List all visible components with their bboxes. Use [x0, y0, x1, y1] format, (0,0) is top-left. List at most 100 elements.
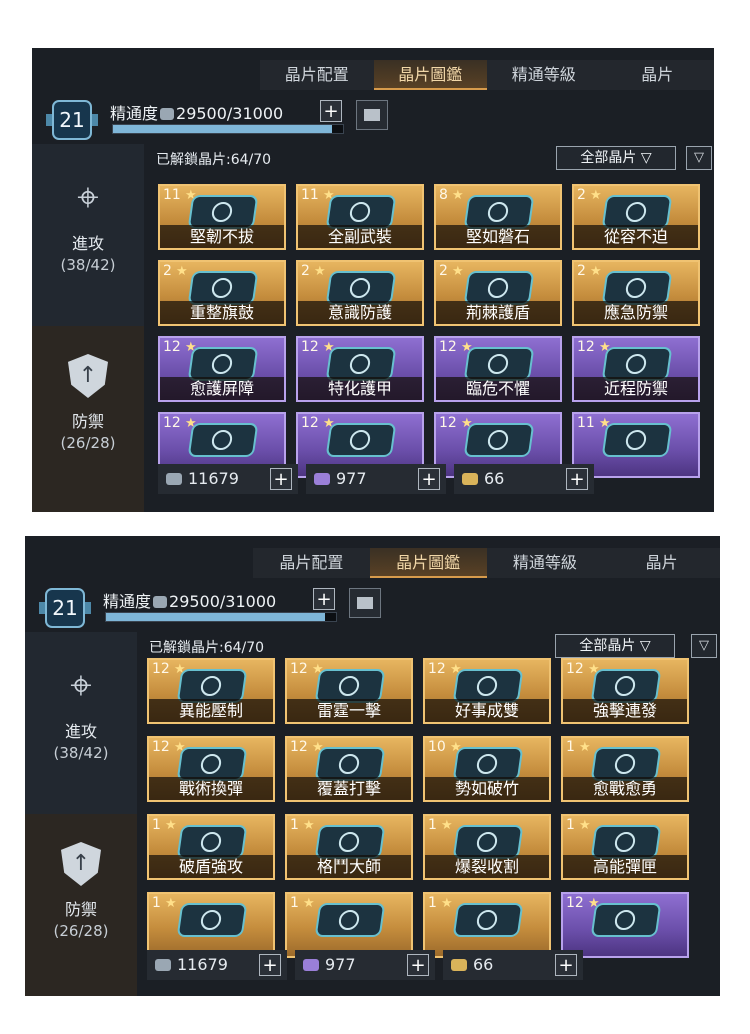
gold-chip-icon — [451, 959, 467, 971]
chip-name: 重整旗鼓 — [160, 301, 284, 324]
chip-art-icon — [590, 825, 662, 859]
chip-card[interactable]: 2 荊棘護盾 — [434, 260, 562, 326]
category-sidebar: ⌖ 進攻 (38/42) ↑ 防禦 (26/28) — [25, 632, 137, 996]
chip-art-icon — [601, 347, 673, 381]
chip-card[interactable]: 12覆蓋打擊 — [285, 736, 413, 802]
chip-card[interactable]: 12雷霆一擊 — [285, 658, 413, 724]
codex-book-button[interactable] — [356, 100, 388, 130]
chip-card[interactable]: 12異能壓制 — [147, 658, 275, 724]
chip-name: 爆裂收割 — [425, 855, 549, 878]
chip-card[interactable]: 2 從容不迫 — [572, 184, 700, 250]
tab-3[interactable]: 精通等級 — [487, 60, 601, 90]
mastery-readout: 精通度 29500/31000 — [110, 100, 283, 124]
tab-4[interactable]: 晶片 — [603, 548, 720, 578]
resource-3: 66 + — [443, 950, 583, 980]
filter-funnel-icon[interactable]: ▽ — [686, 146, 712, 170]
mastery-add-button[interactable]: + — [313, 588, 335, 610]
tab-bar: 晶片配置 晶片圖鑑 精通等級 晶片 — [253, 548, 720, 578]
chip-card[interactable]: 8 堅如磐石 — [434, 184, 562, 250]
codex-book-button[interactable] — [349, 588, 381, 618]
resource-add-button[interactable]: + — [407, 954, 429, 976]
chip-card[interactable]: 10勢如破竹 — [423, 736, 551, 802]
chip-card[interactable]: 1 高能彈匣 — [561, 814, 689, 880]
chip-art-icon — [325, 195, 397, 229]
chip-card[interactable]: 1 愈戰愈勇 — [561, 736, 689, 802]
purple-chip-icon — [314, 473, 330, 485]
chip-name: 戰術換彈 — [149, 777, 273, 800]
chip-card[interactable]: 1 — [147, 892, 275, 958]
filter-dropdown[interactable]: 全部晶片 ▽ — [556, 146, 676, 170]
tab-2[interactable]: 晶片圖鑑 — [373, 60, 487, 90]
chip-name: 高能彈匣 — [563, 855, 687, 878]
chip-card[interactable]: 2 應急防禦 — [572, 260, 700, 326]
chip-name: 覆蓋打擊 — [287, 777, 411, 800]
chevron-down-icon: ▽ — [635, 638, 651, 654]
resource-bar: 11679 +977 +66 + — [147, 950, 591, 980]
resource-3: 66 + — [454, 464, 594, 494]
chip-card[interactable]: 1 格鬥大師 — [285, 814, 413, 880]
chip-name: 應急防禦 — [574, 301, 698, 324]
chip-art-icon — [590, 747, 662, 781]
chip-art-icon — [463, 347, 535, 381]
chip-card[interactable]: 12強擊連發 — [561, 658, 689, 724]
sidebar-item-count: (26/28) — [60, 434, 116, 452]
chip-card[interactable]: 12臨危不懼 — [434, 336, 562, 402]
grey-chip-icon — [155, 959, 171, 971]
resource-add-button[interactable]: + — [566, 468, 588, 490]
chip-card[interactable]: 11全副武裝 — [296, 184, 424, 250]
chip-card[interactable]: 1 — [285, 892, 413, 958]
sidebar-item-defense[interactable]: ↑ 防禦 (26/28) — [32, 326, 144, 512]
chip-card[interactable]: 1 — [423, 892, 551, 958]
chip-art-icon — [463, 195, 535, 229]
tab-3[interactable]: 精通等級 — [487, 548, 604, 578]
chip-card[interactable]: 12特化護甲 — [296, 336, 424, 402]
sidebar-item-label: 防禦 — [64, 900, 97, 919]
chip-art-icon — [314, 903, 386, 937]
chip-level: 2 — [577, 187, 602, 203]
chip-card[interactable]: 12 — [561, 892, 689, 958]
tab-1[interactable]: 晶片配置 — [253, 548, 370, 578]
tab-1[interactable]: 晶片配置 — [260, 60, 374, 90]
chip-grid: 12異能壓制12雷霆一擊12好事成雙12強擊連發12戰術換彈12覆蓋打擊10勢如… — [147, 658, 689, 958]
chip-name: 荊棘護盾 — [436, 301, 560, 324]
tab-4[interactable]: 晶片 — [601, 60, 715, 90]
resource-add-button[interactable]: + — [418, 468, 440, 490]
chip-card[interactable]: 1 爆裂收割 — [423, 814, 551, 880]
mastery-add-button[interactable]: + — [320, 100, 342, 122]
chip-art-icon — [325, 347, 397, 381]
tab-2[interactable]: 晶片圖鑑 — [369, 548, 487, 578]
chip-card[interactable]: 2 意識防護 — [296, 260, 424, 326]
chip-card[interactable]: 12戰術換彈 — [147, 736, 275, 802]
resource-2: 977 + — [306, 464, 446, 494]
chip-card[interactable]: 1 破盾強攻 — [147, 814, 275, 880]
chip-art-icon — [601, 195, 673, 229]
sidebar-item-label: 進攻 — [64, 722, 97, 741]
chip-level: 2 — [163, 263, 188, 279]
filter-funnel-icon[interactable]: ▽ — [691, 634, 717, 658]
filter-dropdown[interactable]: 全部晶片 ▽ — [555, 634, 675, 658]
sidebar-item-defense[interactable]: ↑ 防禦 (26/28) — [25, 814, 137, 996]
chip-art-icon — [176, 903, 248, 937]
sidebar-item-attack[interactable]: ⌖ 進攻 (38/42) — [25, 662, 137, 812]
chip-name: 好事成雙 — [425, 699, 549, 722]
chip-card[interactable]: 2 重整旗鼓 — [158, 260, 286, 326]
sidebar-item-count: (38/42) — [53, 744, 109, 762]
chip-card[interactable]: 12好事成雙 — [423, 658, 551, 724]
chip-card[interactable]: 12愈護屏障 — [158, 336, 286, 402]
chip-art-icon — [452, 747, 524, 781]
grey-chip-icon — [166, 473, 182, 485]
chip-name: 從容不迫 — [574, 225, 698, 248]
chip-codex-panel-top: 晶片配置 晶片圖鑑 精通等級 晶片 21 精通度 29500/31000 + ⌖ 進攻 (38/42… — [32, 48, 714, 512]
chip-card[interactable]: 11堅韌不拔 — [158, 184, 286, 250]
chip-art-icon — [452, 825, 524, 859]
resource-add-button[interactable]: + — [555, 954, 577, 976]
resource-value: 11679 — [188, 469, 239, 488]
resource-1: 11679 + — [158, 464, 298, 494]
chip-card[interactable]: 12近程防禦 — [572, 336, 700, 402]
level-number: 21 — [59, 108, 85, 132]
resource-add-button[interactable]: + — [259, 954, 281, 976]
chip-art-icon — [176, 747, 248, 781]
sidebar-item-attack[interactable]: ⌖ 進攻 (38/42) — [32, 174, 144, 324]
resource-add-button[interactable]: + — [270, 468, 292, 490]
chip-art-icon — [187, 423, 259, 457]
